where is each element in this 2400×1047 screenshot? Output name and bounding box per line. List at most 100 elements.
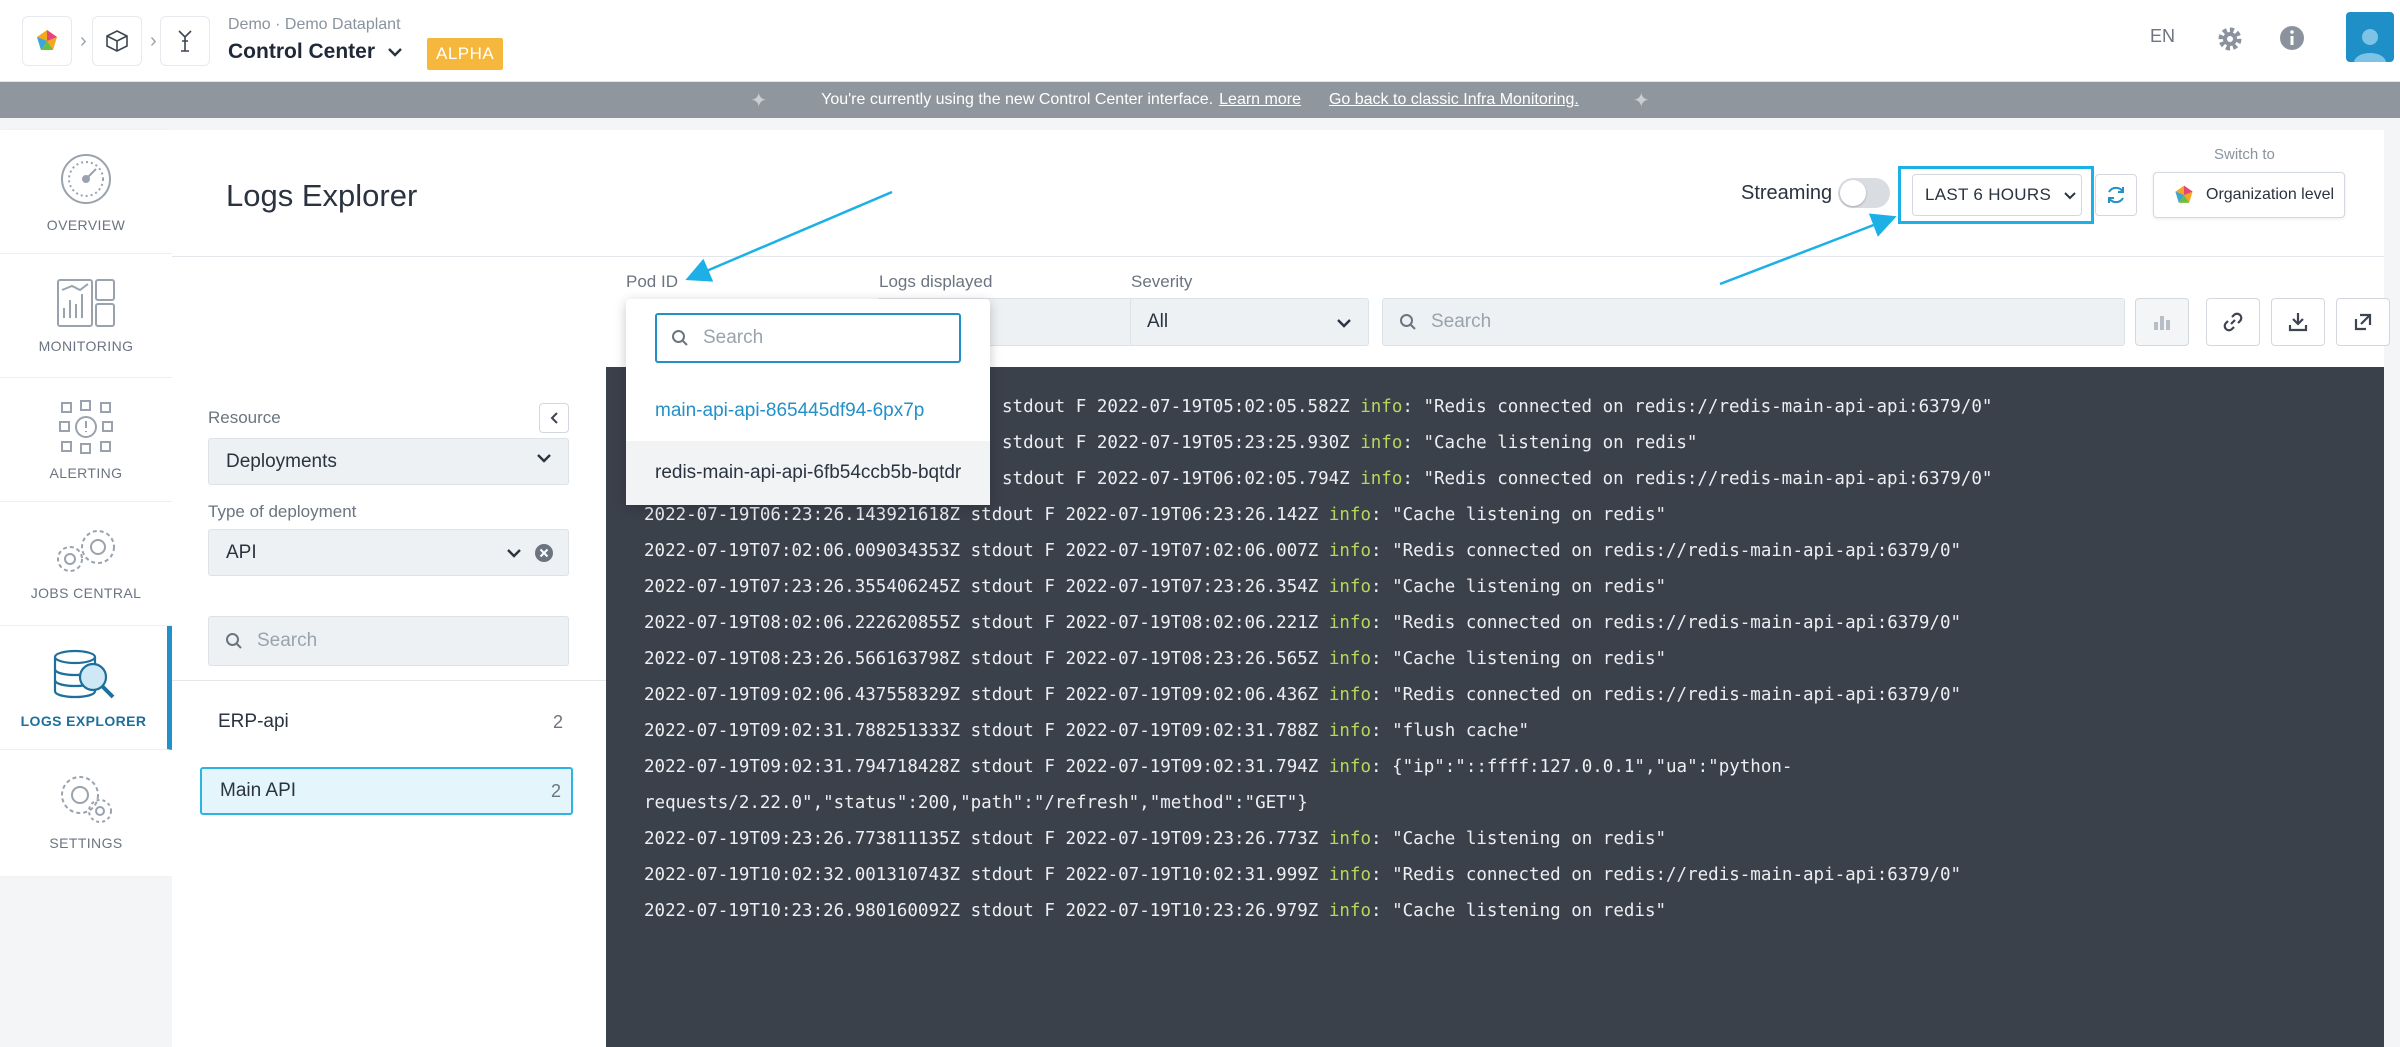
- gear-icon: [2218, 27, 2242, 51]
- classic-monitoring-link[interactable]: Go back to classic Infra Monitoring.: [1329, 91, 1579, 109]
- deployment-name: ERP-api: [218, 711, 289, 732]
- settings-gear-button[interactable]: [2215, 24, 2245, 59]
- deployment-search-input[interactable]: Search: [208, 616, 569, 666]
- streaming-toggle[interactable]: [1838, 178, 1890, 208]
- streaming-label: Streaming: [1741, 182, 1833, 204]
- refresh-button[interactable]: [2095, 174, 2137, 216]
- nav-label-overview: OVERVIEW: [46, 216, 126, 233]
- dataiku-logo-icon: [2175, 185, 2193, 203]
- bar-chart-icon: [2154, 316, 2170, 330]
- user-avatar[interactable]: [2346, 12, 2394, 62]
- language-selector[interactable]: EN: [2150, 26, 2175, 47]
- chevron-down-icon: [388, 48, 402, 57]
- log-line: 2022-07-19T10:02:32.001310743Z stdout F …: [644, 865, 1962, 885]
- time-range-value: LAST 6 HOURS: [1925, 185, 2052, 204]
- chevron-down-icon: [537, 454, 551, 463]
- left-navigation: OVERVIEW MONITORING ALERTING JOBS CENTRA…: [0, 130, 172, 876]
- project-crumb-button[interactable]: [92, 16, 142, 66]
- log-line: 2022-07-19T09:02:31.788251333Z stdout F …: [644, 721, 1530, 741]
- learn-more-link[interactable]: Learn more: [1219, 91, 1301, 109]
- top-bar: › › Demo · Demo Dataplant Control Center…: [0, 0, 2400, 82]
- sparkle-icon: ✦: [1632, 89, 1650, 112]
- gears-icon: [57, 529, 115, 572]
- dataiku-logo-icon: [37, 30, 57, 50]
- page-title: Logs Explorer: [226, 178, 418, 213]
- switch-to-label: Switch to: [2214, 146, 2275, 163]
- database-search-icon: [53, 649, 114, 698]
- expand-icon: [2354, 313, 2372, 331]
- log-line: stdout F 2022-07-19T05:02:05.582Z info: …: [1002, 397, 1993, 417]
- log-line: 2022-07-19T09:02:31.794718428Z stdout F …: [644, 757, 1793, 777]
- fullscreen-button[interactable]: [2336, 298, 2390, 346]
- user-silhouette-icon: [2354, 29, 2386, 62]
- panel-divider: [172, 680, 606, 681]
- log-line: 2022-07-19T07:23:26.355406245Z stdout F …: [644, 577, 1667, 597]
- interface-banner: ✦ You're currently using the new Control…: [0, 82, 2400, 118]
- log-line: 2022-07-19T08:02:06.222620855Z stdout F …: [644, 613, 1962, 633]
- search-icon: [1400, 314, 1416, 330]
- nav-item-settings[interactable]: SETTINGS: [0, 750, 172, 874]
- collapse-panel-button[interactable]: [539, 403, 569, 433]
- pod-search-input[interactable]: Search: [655, 313, 961, 363]
- share-link-button[interactable]: [2206, 298, 2260, 346]
- logs-explorer-page: Logs Explorer Streaming LAST 6 HOURS Swi…: [172, 130, 2390, 1047]
- histogram-button[interactable]: [2135, 298, 2189, 346]
- log-line: 2022-07-19T09:23:26.773811135Z stdout F …: [644, 829, 1667, 849]
- resource-select[interactable]: Deployments: [208, 438, 569, 485]
- deployment-item-main-api[interactable]: Main API 2: [200, 767, 573, 815]
- log-line: 2022-07-19T10:23:26.980160092Z stdout F …: [644, 901, 1667, 921]
- deployment-item-erp-api[interactable]: ERP-api 2: [200, 698, 573, 746]
- nav-item-jobs-central[interactable]: JOBS CENTRAL: [0, 502, 172, 626]
- banner-message: You're currently using the new Control C…: [821, 91, 1214, 108]
- log-search-input[interactable]: Search: [1382, 298, 2125, 346]
- logs-displayed-label: Logs displayed: [879, 272, 993, 291]
- gauge-icon: [61, 153, 111, 204]
- info-icon: [2280, 26, 2304, 50]
- nav-label-settings: SETTINGS: [49, 835, 123, 851]
- nav-item-overview[interactable]: OVERVIEW: [0, 130, 172, 254]
- refresh-icon: [2108, 186, 2124, 204]
- sparkle-icon: ✦: [750, 89, 768, 112]
- clear-circle-icon[interactable]: [534, 543, 554, 563]
- download-icon: [2288, 313, 2308, 332]
- pod-id-label: Pod ID: [626, 272, 678, 291]
- nav-item-logs-explorer[interactable]: LOGS EXPLORER: [0, 626, 172, 750]
- org-switcher[interactable]: Control Center: [228, 40, 403, 64]
- deployment-type-select[interactable]: API: [208, 529, 569, 576]
- pod-option[interactable]: redis-main-api-api-6fb54ccb5b-bqtdr: [626, 441, 990, 505]
- link-icon: [2223, 312, 2243, 332]
- nav-item-monitoring[interactable]: MONITORING: [0, 254, 172, 378]
- settings-gears-icon: [61, 776, 112, 823]
- alert-grid-icon: [59, 399, 113, 454]
- nav-label-jobs-central: JOBS CENTRAL: [30, 584, 142, 601]
- home-logo-button[interactable]: [22, 16, 72, 66]
- cube-icon: [106, 30, 128, 52]
- info-button[interactable]: [2279, 25, 2305, 56]
- log-line-continuation: requests/2.22.0","status":200,"path":"/r…: [644, 793, 1308, 813]
- dashboard-icon: [57, 278, 115, 327]
- time-range-select[interactable]: LAST 6 HOURS: [1912, 174, 2082, 216]
- pod-search-placeholder: Search: [703, 327, 764, 348]
- organization-level-button[interactable]: Organization level: [2153, 172, 2345, 218]
- chevron-down-icon: [1337, 319, 1351, 328]
- log-line: 2022-07-19T09:02:06.437558329Z stdout F …: [644, 685, 1962, 705]
- severity-select[interactable]: All: [1130, 298, 1369, 346]
- nav-item-alerting[interactable]: ALERTING: [0, 378, 172, 502]
- control-tower-icon: [178, 30, 192, 52]
- org-title: Control Center: [228, 40, 375, 63]
- severity-label: Severity: [1131, 272, 1193, 291]
- control-center-crumb-button[interactable]: [160, 16, 210, 66]
- deployment-type-value: API: [226, 541, 257, 563]
- log-line: 2022-07-19T08:23:26.566163798Z stdout F …: [644, 649, 1667, 669]
- nav-label-monitoring: MONITORING: [38, 337, 134, 354]
- pod-option[interactable]: main-api-api-865445df94-6px7p: [626, 379, 990, 443]
- resource-label: Resource: [208, 408, 281, 427]
- nav-label-logs-explorer: LOGS EXPLORER: [20, 712, 147, 729]
- chevron-down-icon: [2064, 191, 2076, 199]
- deployment-name: Main API: [220, 780, 297, 801]
- search-icon: [226, 633, 242, 649]
- search-icon: [672, 330, 688, 346]
- chevron-down-icon: [507, 549, 521, 558]
- log-line: 2022-07-19T06:23:26.143921618Z stdout F …: [644, 505, 1667, 525]
- download-logs-button[interactable]: [2271, 298, 2325, 346]
